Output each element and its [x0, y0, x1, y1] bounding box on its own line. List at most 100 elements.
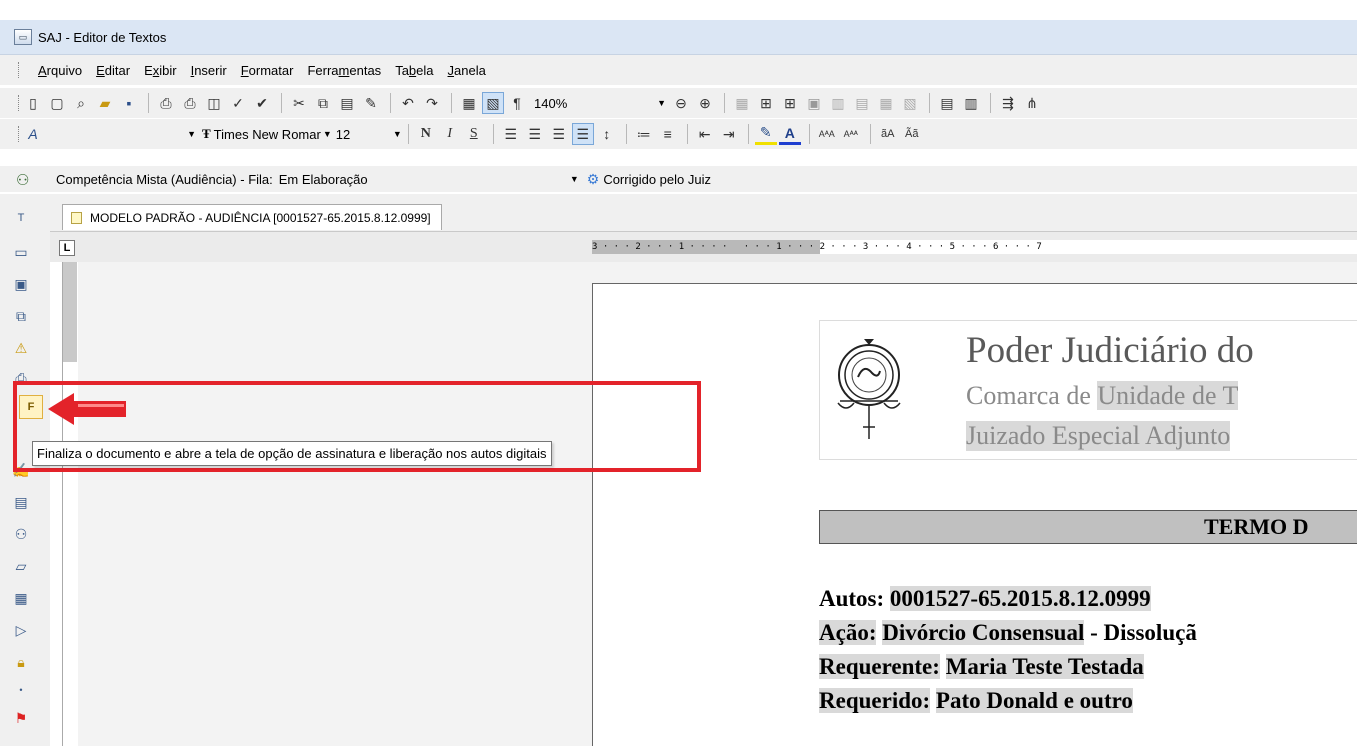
menu-inserir[interactable]: Inserir — [191, 63, 227, 78]
tab-document[interactable]: MODELO PADRÃO - AUDIÊNCIA [0001527-65.20… — [62, 204, 442, 230]
table-borders-icon[interactable]: ⊞ — [779, 92, 801, 114]
italic-button[interactable]: I — [439, 123, 461, 145]
queue-combo[interactable]: Em Elaboração ▼ — [279, 172, 579, 187]
format-painter-icon[interactable]: ✎ — [360, 92, 382, 114]
toolbar-grip[interactable] — [18, 95, 21, 111]
align-right-icon[interactable]: ☰ — [548, 123, 570, 145]
styles-icon[interactable]: A — [22, 123, 44, 145]
new-blank-icon[interactable]: ▢ — [46, 92, 68, 114]
document-page[interactable]: Poder Judiciário do Comarca de Unidade d… — [592, 283, 1357, 746]
align-left-icon[interactable]: ☰ — [500, 123, 522, 145]
decrease-indent-icon[interactable]: ⇤ — [694, 123, 716, 145]
warning-document-icon[interactable]: ⚠ — [10, 337, 32, 359]
chevron-down-icon[interactable]: ▼ — [323, 129, 332, 139]
font-size-combo[interactable]: 12 ▼ — [332, 127, 402, 142]
open-folder-icon[interactable]: ▰ — [94, 92, 116, 114]
shrink-font-icon[interactable]: Aᴬᴬ — [840, 123, 862, 145]
chevron-down-icon[interactable]: ▼ — [393, 129, 402, 139]
print-preview-icon[interactable]: ◫ — [203, 92, 225, 114]
menu-janela[interactable]: Janela — [448, 63, 486, 78]
spelling-icon[interactable]: ✔ — [251, 92, 273, 114]
lock-icon[interactable]: 🔒︎ — [10, 651, 32, 673]
numbered-list-icon[interactable]: ≡ — [657, 123, 679, 145]
table-rows-icon[interactable]: ▤ — [936, 92, 958, 114]
font-combo[interactable]: Ŧ Times New Romar ▼ — [202, 124, 332, 144]
juizado-line[interactable]: Juizado Especial Adjunto — [966, 421, 1231, 451]
line-spacing-icon[interactable]: ↕ — [596, 123, 618, 145]
table-split-icon[interactable]: ▧ — [899, 92, 921, 114]
table-cols-icon[interactable]: ▥ — [960, 92, 982, 114]
menu-editar[interactable]: Editar — [96, 63, 130, 78]
layout-view-icon[interactable]: ▧ — [482, 92, 504, 114]
chevron-down-icon[interactable]: ▼ — [657, 98, 666, 108]
copy-icon[interactable]: ⧉ — [312, 92, 334, 114]
comarca-value[interactable]: Unidade de T — [1097, 381, 1239, 410]
change-case-icon[interactable]: ãA — [877, 123, 899, 145]
zoom-out-icon[interactable]: ⊖ — [670, 92, 692, 114]
align-center-icon[interactable]: ☰ — [524, 123, 546, 145]
undo-icon[interactable]: ↶ — [397, 92, 419, 114]
find-icon[interactable]: ⌕ — [70, 92, 92, 114]
menu-grip[interactable] — [18, 62, 21, 78]
redo-icon[interactable]: ↷ — [421, 92, 443, 114]
new-document-icon[interactable]: ▯ — [22, 92, 44, 114]
vertical-ruler[interactable] — [62, 262, 77, 746]
acao-value[interactable]: Divórcio Consensual — [882, 620, 1085, 645]
menu-formatar[interactable]: Formatar — [241, 63, 294, 78]
underline-button[interactable]: S — [463, 123, 485, 145]
document-send-icon[interactable]: ▷ — [10, 619, 32, 641]
requerente-value[interactable]: Maria Teste Testada — [945, 654, 1144, 679]
chevron-down-icon[interactable]: ▼ — [187, 129, 196, 139]
film-icon[interactable]: ▤ — [10, 491, 32, 513]
grow-font-icon[interactable]: AᴬA — [816, 123, 838, 145]
highlight-color-icon[interactable]: ✎ — [754, 123, 777, 145]
toolbar-grip[interactable] — [18, 126, 21, 142]
zoom-combo[interactable]: 140% ▼ — [530, 93, 666, 113]
table-grid-icon[interactable]: ▦ — [731, 92, 753, 114]
horizontal-ruler[interactable]: 3 · · · 2 · · · 1 · · · · · · · 1 · · · … — [592, 240, 1357, 254]
corrected-by-judge[interactable]: ⚙ Corrigido pelo Juiz — [587, 171, 711, 188]
menu-arquivo[interactable]: Arquivo — [38, 63, 82, 78]
chevron-down-icon[interactable]: ▼ — [570, 174, 579, 184]
menu-exibir[interactable]: Exibir — [144, 63, 177, 78]
table-cell-icon[interactable]: ▣ — [803, 92, 825, 114]
paste-icon[interactable]: ▤ — [336, 92, 358, 114]
note-icon[interactable]: ▱ — [10, 555, 32, 577]
menu-ferramentas[interactable]: Ferramentas — [307, 63, 381, 78]
cut-icon[interactable]: ✂ — [288, 92, 310, 114]
text-color-icon[interactable]: A — [778, 123, 801, 145]
print-icon[interactable]: ⎙ — [155, 92, 177, 114]
signpost-icon[interactable]: ⚑ — [10, 707, 32, 729]
table-insert-icon[interactable]: ⊞ — [755, 92, 777, 114]
zoom-in-icon[interactable]: ⊕ — [694, 92, 716, 114]
requerido-value[interactable]: Pato Donald e outro — [935, 688, 1133, 713]
table-view-icon[interactable]: ▦ — [458, 92, 480, 114]
bullet-list-icon[interactable]: ≔ — [633, 123, 655, 145]
print-setup-icon[interactable]: ⎙ — [179, 92, 201, 114]
spellcheck-icon[interactable]: ✓ — [227, 92, 249, 114]
style-combo[interactable]: ▼ — [46, 124, 196, 144]
template-icon[interactable]: ▣ — [10, 273, 32, 295]
menu-tabela[interactable]: Tabela — [395, 63, 433, 78]
field-insert-icon[interactable]: ⇶ — [997, 92, 1019, 114]
accent-case-icon[interactable]: Ãã — [901, 123, 923, 145]
table-col-icon[interactable]: ▤ — [851, 92, 873, 114]
document-copy-icon[interactable]: ⧉ — [10, 305, 32, 327]
people-icon[interactable]: ⚇ — [10, 523, 32, 545]
tab-stop-button[interactable]: L — [59, 240, 75, 256]
bullet-icon[interactable]: • — [10, 679, 32, 701]
save-icon[interactable]: ▪ — [118, 92, 140, 114]
text-tool-icon[interactable]: T — [10, 207, 32, 229]
align-justify-icon[interactable]: ☰ — [571, 123, 594, 145]
table-icon[interactable]: ▦ — [10, 587, 32, 609]
table-merge-icon[interactable]: ▦ — [875, 92, 897, 114]
table-row-icon[interactable]: ▥ — [827, 92, 849, 114]
pilcrow-icon[interactable]: ¶ — [506, 92, 528, 114]
window-app-icon[interactable]: ▭ — [14, 29, 32, 45]
document-canvas[interactable]: Poder Judiciário do Comarca de Unidade d… — [78, 262, 1357, 746]
layout-tool-icon[interactable]: ▭ — [10, 241, 32, 263]
autos-value[interactable]: 0001527-65.2015.8.12.0999 — [889, 586, 1151, 611]
bold-button[interactable]: N — [415, 123, 437, 145]
increase-indent-icon[interactable]: ⇥ — [718, 123, 740, 145]
field-tree-icon[interactable]: ⋔ — [1021, 92, 1043, 114]
